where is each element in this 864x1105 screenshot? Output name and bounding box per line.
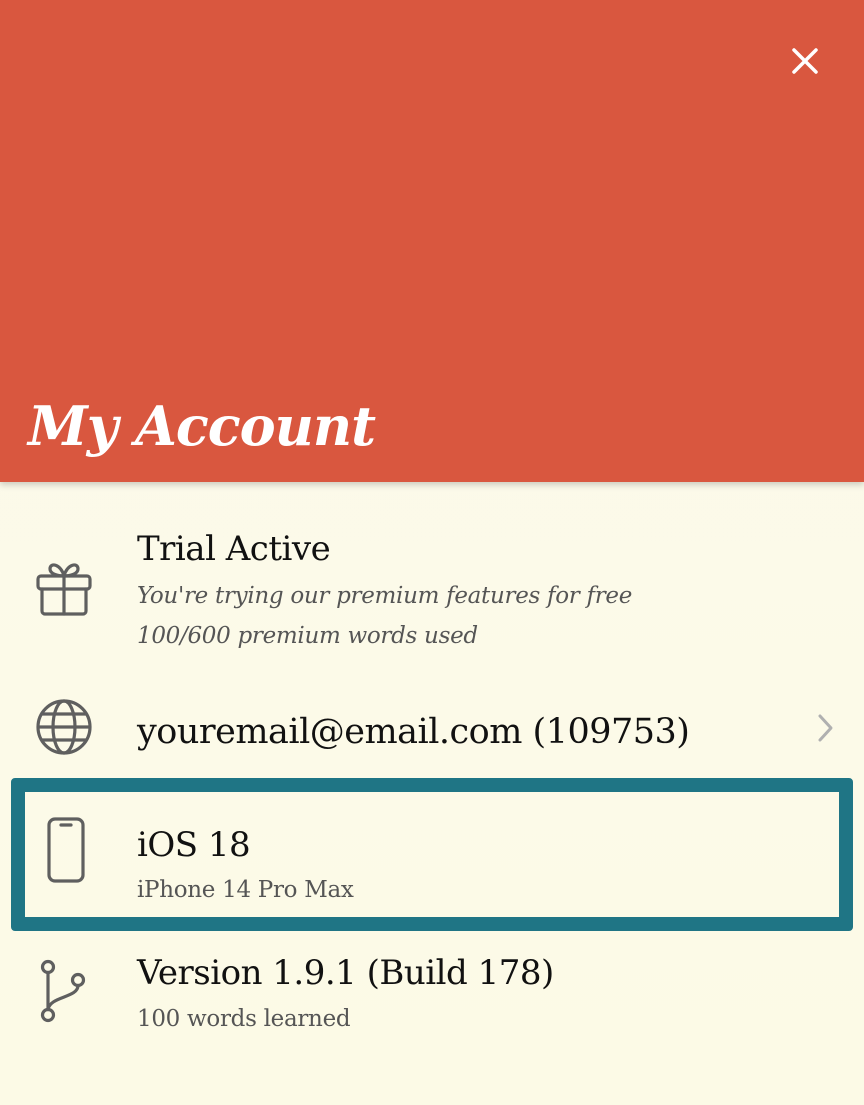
gift-icon bbox=[34, 558, 96, 620]
trial-title: Trial Active bbox=[137, 529, 331, 569]
trial-status-row: Trial Active You're trying our premium f… bbox=[0, 500, 864, 680]
header: My Account bbox=[0, 0, 864, 482]
chevron-right-icon bbox=[812, 712, 838, 748]
device-row: iOS 18 iPhone 14 Pro Max bbox=[11, 778, 853, 931]
branch-icon bbox=[36, 958, 92, 1024]
words-learned: 100 words learned bbox=[137, 1006, 351, 1032]
device-model: iPhone 14 Pro Max bbox=[137, 877, 354, 903]
close-icon bbox=[792, 48, 818, 74]
trial-description: You're trying our premium features for f… bbox=[137, 583, 633, 609]
globe-icon bbox=[34, 697, 96, 759]
phone-icon bbox=[45, 816, 87, 886]
close-button[interactable] bbox=[780, 38, 830, 88]
device-os: iOS 18 bbox=[137, 825, 251, 865]
account-row[interactable]: youremail@email.com (109753) bbox=[0, 690, 864, 770]
account-email: youremail@email.com (109753) bbox=[137, 712, 690, 752]
page-title: My Account bbox=[28, 394, 376, 458]
version-row: Version 1.9.1 (Build 178) 100 words lear… bbox=[0, 940, 864, 1060]
trial-usage: 100/600 premium words used bbox=[137, 623, 478, 649]
version-title: Version 1.9.1 (Build 178) bbox=[137, 953, 554, 993]
